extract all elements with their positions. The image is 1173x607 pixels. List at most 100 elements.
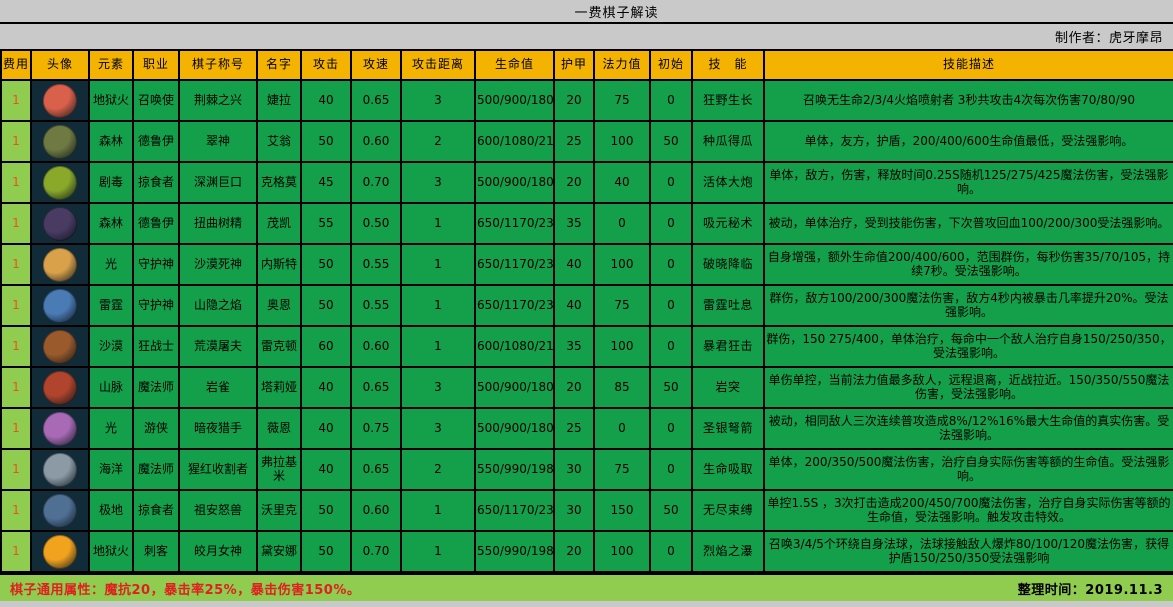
table-row[interactable]: 1森林德鲁伊翠神艾翁500.602600/1080/21602510050种瓜得…: [0, 120, 1173, 163]
cell-cost[interactable]: 1: [0, 284, 32, 327]
cell-initmana[interactable]: 0: [649, 243, 693, 286]
col-header-armor[interactable]: 护甲: [553, 49, 595, 81]
cell-initmana[interactable]: 0: [649, 530, 693, 573]
cell-mana[interactable]: 100: [593, 530, 651, 573]
cell-armor[interactable]: 30: [553, 448, 595, 491]
cell-atkspeed[interactable]: 0.55: [350, 284, 402, 327]
table-row[interactable]: 1森林德鲁伊扭曲树精茂凯550.501650/1170/23403500吸元秘术…: [0, 202, 1173, 245]
cell-cost[interactable]: 1: [0, 79, 32, 122]
cell-range[interactable]: 3: [400, 407, 476, 450]
cell-element[interactable]: 光: [88, 243, 134, 286]
cell-skilldesc[interactable]: 被动，单体治疗，受到技能伤害，下次普攻回血100/200/300受法强影响。: [763, 202, 1173, 245]
table-row[interactable]: 1 海洋 魔法师 猩红收割者 弗拉基米 40 0.65 2 550/990/1980 30 75 0 生…: [0, 448, 1173, 491]
col-header-portrait[interactable]: 头像: [30, 49, 90, 81]
cell-attack[interactable]: 60: [300, 325, 352, 368]
cell-attack[interactable]: 40: [300, 366, 352, 409]
col-header-cost[interactable]: 费用: [0, 49, 32, 81]
cell-element[interactable]: 极地: [88, 489, 134, 532]
cell-initmana[interactable]: 50: [649, 366, 693, 409]
cell-cost[interactable]: 1: [0, 161, 32, 204]
cell-title[interactable]: 山隐之焰: [178, 284, 258, 327]
cell-title[interactable]: 荒漠屠夫: [178, 325, 258, 368]
cell-name[interactable]: 婕拉: [256, 79, 302, 122]
cell-mana[interactable]: 75: [593, 284, 651, 327]
cell-skilldesc[interactable]: 召唤3/4/5个环绕自身法球，法球接触敌人爆炸80/100/120魔法伤害，获得…: [763, 530, 1173, 573]
col-header-element[interactable]: 元素: [88, 49, 134, 81]
cell-range[interactable]: 3: [400, 79, 476, 122]
cell-range[interactable]: 3: [400, 366, 476, 409]
cell-name[interactable]: 克格莫: [256, 161, 302, 204]
cell-title[interactable]: 翠神: [178, 120, 258, 163]
cell-atkspeed[interactable]: 0.65: [350, 448, 402, 491]
cell-mana[interactable]: 75: [593, 79, 651, 122]
cell-armor[interactable]: 40: [553, 243, 595, 286]
cell-portrait[interactable]: [30, 243, 90, 286]
cell-mana[interactable]: 85: [593, 366, 651, 409]
cell-skill[interactable]: 活体大炮: [691, 161, 765, 204]
cell-skilldesc[interactable]: 单体，友方，护盾，200/400/600生命值最低，受法强影响。: [763, 120, 1173, 163]
col-header-skill[interactable]: 技 能: [691, 49, 765, 81]
cell-title[interactable]: 岩雀: [178, 366, 258, 409]
cell-skill[interactable]: 无尽束缚: [691, 489, 765, 532]
cell-armor[interactable]: 30: [553, 489, 595, 532]
cell-hp[interactable]: 650/1170/2340: [474, 243, 555, 286]
cell-initmana[interactable]: 0: [649, 161, 693, 204]
table-row[interactable]: 1 山脉 魔法师 岩雀 塔莉娅 40 0.65 3 500/900/1800 20 85 50 岩突 单伤…: [0, 366, 1173, 409]
cell-cost[interactable]: 1: [0, 243, 32, 286]
cell-title[interactable]: 深渊巨口: [178, 161, 258, 204]
cell-initmana[interactable]: 0: [649, 79, 693, 122]
table-row[interactable]: 1 地狱火 刺客 皎月女神 黛安娜 50 0.70 1 550/990/1980 20 100 0 烈焰…: [0, 530, 1173, 573]
cell-portrait[interactable]: [30, 489, 90, 532]
cell-name[interactable]: 茂凯: [256, 202, 302, 245]
cell-attack[interactable]: 50: [300, 120, 352, 163]
cell-job[interactable]: 魔法师: [132, 366, 180, 409]
cell-title[interactable]: 猩红收割者: [178, 448, 258, 491]
cell-portrait[interactable]: [30, 407, 90, 450]
cell-atkspeed[interactable]: 0.70: [350, 161, 402, 204]
cell-cost[interactable]: 1: [0, 407, 32, 450]
cell-portrait[interactable]: [30, 120, 90, 163]
cell-skill[interactable]: 破晓降临: [691, 243, 765, 286]
cell-mana[interactable]: 100: [593, 120, 651, 163]
cell-skill[interactable]: 暴君狂击: [691, 325, 765, 368]
cell-cost[interactable]: 1: [0, 325, 32, 368]
cell-attack[interactable]: 50: [300, 489, 352, 532]
cell-portrait[interactable]: [30, 530, 90, 573]
cell-initmana[interactable]: 0: [649, 407, 693, 450]
cell-portrait[interactable]: [30, 202, 90, 245]
cell-hp[interactable]: 600/1080/2160: [474, 325, 555, 368]
cell-atkspeed[interactable]: 0.65: [350, 366, 402, 409]
col-header-range[interactable]: 攻击距离: [400, 49, 476, 81]
cell-armor[interactable]: 25: [553, 120, 595, 163]
cell-cost[interactable]: 1: [0, 530, 32, 573]
cell-range[interactable]: 1: [400, 202, 476, 245]
cell-hp[interactable]: 500/900/1800: [474, 407, 555, 450]
cell-range[interactable]: 1: [400, 489, 476, 532]
cell-range[interactable]: 1: [400, 530, 476, 573]
table-row[interactable]: 1 地狱火 召唤使 荆棘之兴 婕拉 40 0.65 3 500/900/1800 20 75 0 狂野生…: [0, 79, 1173, 122]
cell-name[interactable]: 雷克顿: [256, 325, 302, 368]
cell-job[interactable]: 召唤使: [132, 79, 180, 122]
cell-hp[interactable]: 600/1080/2160: [474, 120, 555, 163]
cell-title[interactable]: 暗夜猎手: [178, 407, 258, 450]
cell-attack[interactable]: 50: [300, 530, 352, 573]
cell-element[interactable]: 光: [88, 407, 134, 450]
cell-mana[interactable]: 100: [593, 325, 651, 368]
cell-job[interactable]: 魔法师: [132, 448, 180, 491]
cell-element[interactable]: 山脉: [88, 366, 134, 409]
cell-atkspeed[interactable]: 0.55: [350, 243, 402, 286]
cell-hp[interactable]: 650/1170/2340: [474, 202, 555, 245]
cell-mana[interactable]: 75: [593, 448, 651, 491]
cell-skill[interactable]: 烈焰之瀑: [691, 530, 765, 573]
cell-mana[interactable]: 40: [593, 161, 651, 204]
cell-name[interactable]: 内斯特: [256, 243, 302, 286]
cell-range[interactable]: 1: [400, 243, 476, 286]
cell-job[interactable]: 掠食者: [132, 161, 180, 204]
cell-attack[interactable]: 50: [300, 284, 352, 327]
cell-skilldesc[interactable]: 群伤，敌方100/200/300魔法伤害，敌方4秒内被暴击几率提升20%。受法强…: [763, 284, 1173, 327]
cell-name[interactable]: 塔莉娅: [256, 366, 302, 409]
table-row[interactable]: 1沙漠狂战士荒漠屠夫雷克顿600.601600/1080/2160351000暴…: [0, 325, 1173, 368]
cell-element[interactable]: 森林: [88, 120, 134, 163]
cell-title[interactable]: 扭曲树精: [178, 202, 258, 245]
cell-armor[interactable]: 20: [553, 79, 595, 122]
